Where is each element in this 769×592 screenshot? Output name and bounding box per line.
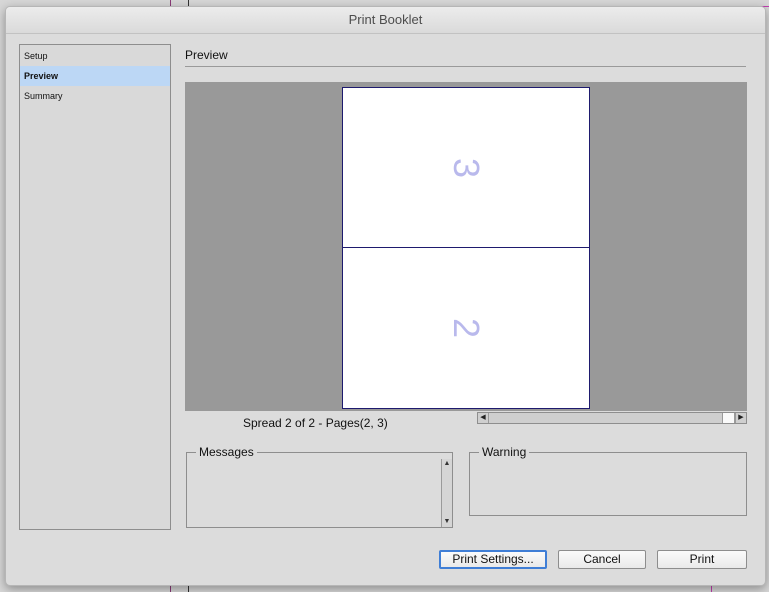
scroll-down-icon[interactable]: ▼: [442, 517, 452, 527]
messages-panel: Messages ▲ ▼: [186, 445, 453, 528]
sidebar-item-preview[interactable]: Preview: [20, 66, 170, 86]
print-settings-button[interactable]: Print Settings...: [439, 550, 547, 569]
page-number-top: 3: [446, 157, 487, 178]
sidebar: Setup Preview Summary: [19, 44, 171, 530]
sidebar-item-setup[interactable]: Setup: [20, 46, 170, 66]
messages-label: Messages: [199, 445, 254, 459]
section-divider: [185, 66, 746, 67]
print-booklet-dialog: Print Booklet Setup Preview Summary Prev…: [5, 6, 766, 586]
page-bottom: 2: [343, 248, 589, 407]
scroll-thumb[interactable]: [722, 413, 735, 423]
scroll-left-icon[interactable]: ◀: [478, 413, 489, 423]
preview-area: 3 2: [185, 82, 747, 411]
spread-scrollbar[interactable]: ◀ ▶: [477, 412, 747, 424]
warning-label: Warning: [482, 445, 527, 459]
page-number-bottom: 2: [446, 317, 487, 338]
section-title: Preview: [185, 48, 228, 62]
booklet-sheet: 3 2: [342, 87, 590, 409]
messages-scrollbar[interactable]: ▲ ▼: [441, 459, 452, 527]
print-button[interactable]: Print: [657, 550, 747, 569]
sidebar-item-summary[interactable]: Summary: [20, 86, 170, 106]
cancel-button[interactable]: Cancel: [558, 550, 646, 569]
scroll-up-icon[interactable]: ▲: [442, 459, 452, 469]
page-top: 3: [343, 88, 589, 248]
spread-label: Spread 2 of 2 - Pages(2, 3): [243, 416, 388, 430]
dialog-title: Print Booklet: [6, 7, 765, 34]
warning-panel: Warning: [469, 445, 747, 516]
scroll-right-icon[interactable]: ▶: [735, 413, 746, 423]
